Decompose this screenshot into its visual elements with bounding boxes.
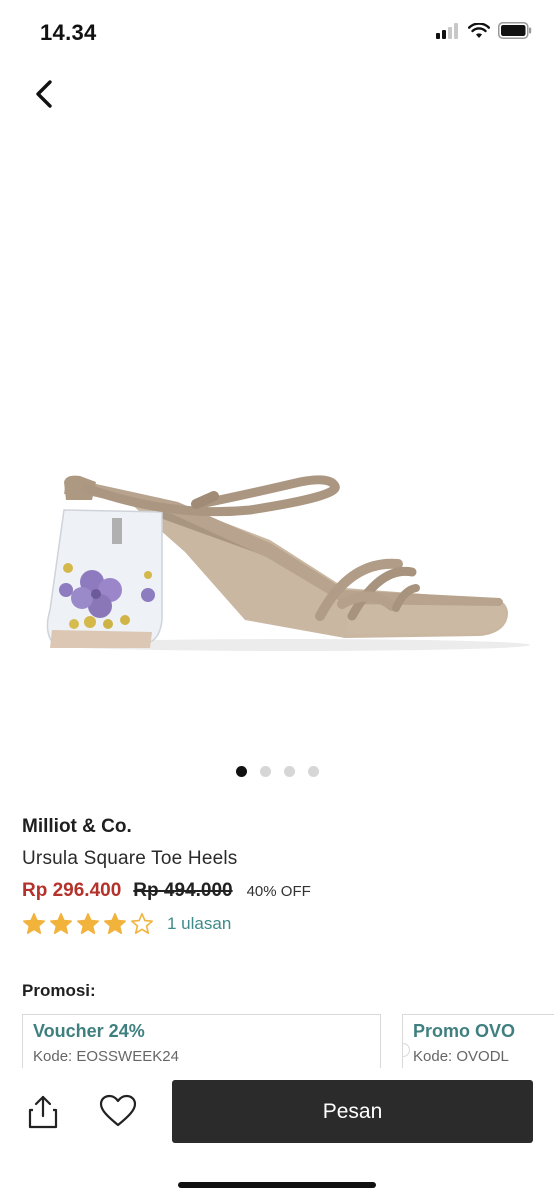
cellular-signal-icon	[436, 22, 458, 39]
price-row: Rp 296.400 Rp 494.000 40% OFF	[22, 880, 311, 902]
status-bar: 14.34	[0, 0, 554, 66]
chevron-left-icon	[36, 80, 52, 108]
carousel-dot[interactable]	[307, 766, 319, 777]
carousel-dot[interactable]	[259, 766, 271, 777]
product-image[interactable]	[0, 120, 554, 750]
star-filled-icon	[23, 913, 45, 934]
reviews-link[interactable]: 1 ulasan	[167, 914, 231, 934]
rating-row: 1 ulasan	[22, 910, 231, 938]
promo-title: Promosi:	[22, 981, 96, 1000]
order-button[interactable]: Pesan	[172, 1080, 533, 1143]
brand-name[interactable]: Milliot & Co.	[22, 816, 132, 838]
rating-stars	[22, 912, 154, 936]
wifi-icon	[468, 22, 490, 38]
share-icon	[28, 1095, 58, 1129]
product-photo	[46, 475, 530, 651]
back-button[interactable]	[24, 72, 64, 116]
battery-icon	[498, 22, 532, 39]
status-time: 14.34	[40, 20, 97, 45]
price-original: Rp 494.000	[133, 880, 233, 901]
star-outline-icon	[131, 913, 153, 934]
star-filled-icon	[104, 913, 126, 934]
product-name: Ursula Square Toe Heels	[22, 848, 238, 869]
carousel-dot[interactable]	[235, 766, 247, 777]
share-button[interactable]	[26, 1094, 60, 1130]
star-filled-icon	[77, 913, 99, 934]
status-icons	[436, 22, 532, 39]
heart-icon	[99, 1094, 137, 1127]
wishlist-button[interactable]	[99, 1094, 137, 1128]
price-current: Rp 296.400	[22, 880, 122, 901]
promo-name: Promo OVO	[413, 1021, 516, 1041]
image-carousel-indicator	[0, 766, 554, 777]
home-indicator	[178, 1182, 376, 1188]
carousel-dot[interactable]	[283, 766, 295, 777]
promo-code: Kode: EOSSWEEK24	[33, 1048, 179, 1065]
discount-badge: 40% OFF	[246, 883, 311, 900]
bottom-action-bar: Pesan	[0, 1068, 554, 1200]
promo-card[interactable]: Voucher 24% Kode: EOSSWEEK24	[22, 1014, 381, 1074]
coupon-notch	[403, 1043, 410, 1057]
promo-code: Kode: OVODL	[413, 1048, 509, 1065]
promo-card[interactable]: Promo OVO Kode: OVODL	[402, 1014, 554, 1074]
promo-name: Voucher 24%	[33, 1021, 145, 1041]
star-filled-icon	[50, 913, 72, 934]
